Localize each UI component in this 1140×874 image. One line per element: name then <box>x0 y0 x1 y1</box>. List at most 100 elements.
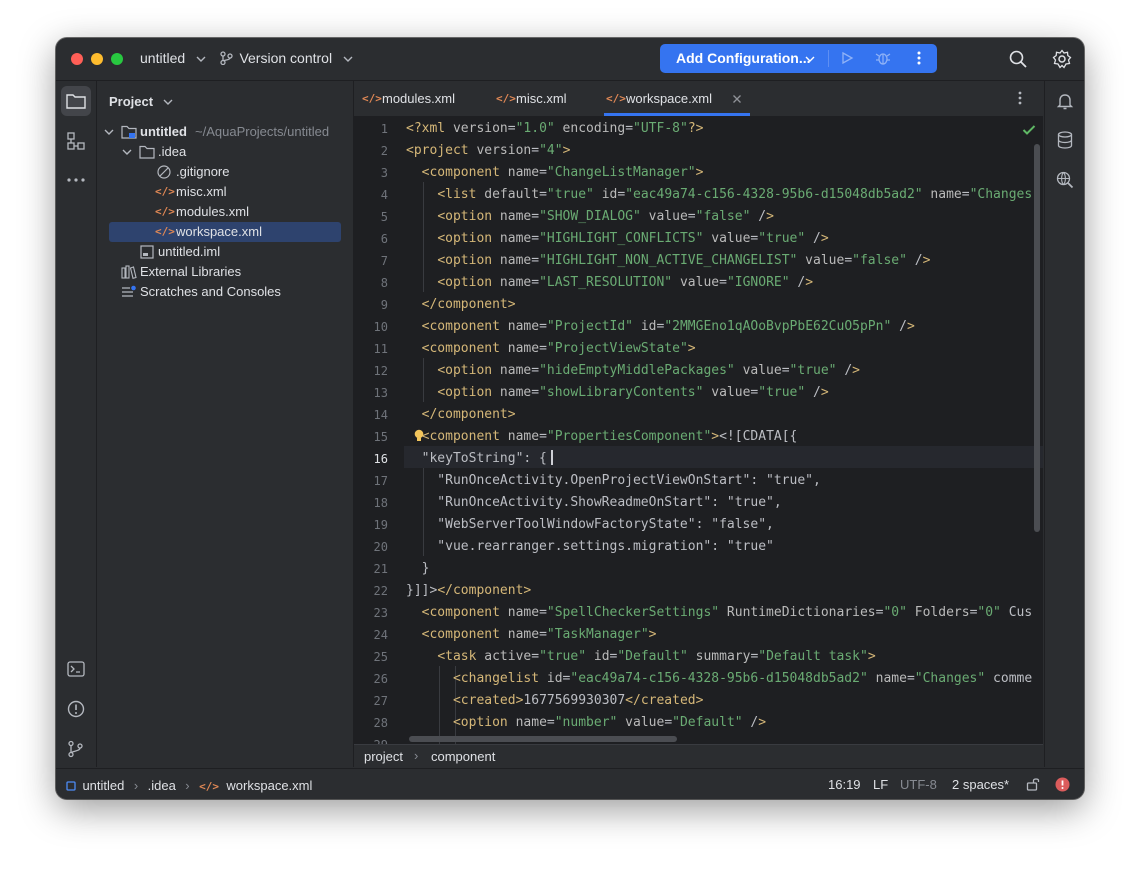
tree-item-misc-xml[interactable]: </> misc.xml <box>97 182 353 202</box>
terminal-icon[interactable] <box>67 661 85 677</box>
project-tool-button[interactable] <box>61 86 91 116</box>
unlock-icon[interactable] <box>1026 777 1040 791</box>
tree-item-label: .idea <box>158 144 187 159</box>
tree-item-label: External Libraries <box>140 264 242 279</box>
line-number: 14 <box>373 408 388 422</box>
problems-icon[interactable] <box>67 700 85 718</box>
tab-label: workspace.xml <box>626 91 712 106</box>
code-line: } <box>406 561 430 576</box>
status-path-separator: › <box>185 778 190 793</box>
structure-icon[interactable] <box>67 132 85 150</box>
code-line: "WebServerToolWindowFactoryState": "fals… <box>406 517 774 532</box>
more-horizontal-icon[interactable] <box>66 177 86 183</box>
close-tab-icon[interactable] <box>732 94 742 104</box>
notifications-icon[interactable] <box>1056 92 1074 110</box>
chevron-down-icon <box>196 56 206 62</box>
scratches-icon <box>122 285 136 297</box>
maximize-window-button[interactable] <box>111 53 123 65</box>
debug-icon[interactable] <box>875 50 891 66</box>
code-line: "vue.rearranger.settings.migration": "tr… <box>406 539 774 554</box>
project-switcher[interactable]: untitled <box>140 50 206 68</box>
folder-icon <box>139 145 155 159</box>
tree-item-idea[interactable]: .idea <box>97 142 353 162</box>
close-window-button[interactable] <box>71 53 83 65</box>
tree-item-label: misc.xml <box>176 184 227 199</box>
project-panel: Project untitled ~/AquaProjects/untitled <box>97 81 354 767</box>
web-search-icon[interactable] <box>1056 171 1074 189</box>
ide-window: untitled Version control Add Configurati… <box>56 38 1084 799</box>
tree-item-scratches[interactable]: Scratches and Consoles <box>97 282 353 302</box>
right-tool-strip <box>1044 81 1084 767</box>
code-line: <changelist id="eac49a74-c156-4328-95b6-… <box>452 671 1033 686</box>
database-icon[interactable] <box>1057 131 1073 149</box>
code-line: <project version="4"> <box>406 143 571 158</box>
vertical-scrollbar[interactable] <box>1034 144 1040 532</box>
vcs-label: Version control <box>239 50 333 66</box>
gear-icon[interactable] <box>1052 49 1072 69</box>
tab-label: misc.xml <box>516 91 567 106</box>
tree-item-gitignore[interactable]: .gitignore <box>97 162 353 182</box>
code-editor[interactable]: <?xml version="1.0" encoding="UTF-8"?> <p… <box>404 116 1043 744</box>
tree-item-workspace-xml[interactable]: </> workspace.xml <box>97 222 353 242</box>
code-line: <option name="number" value="Default" /> <box>452 715 767 730</box>
run-icon[interactable] <box>840 51 854 65</box>
tree-item-untitled[interactable]: untitled ~/AquaProjects/untitled <box>97 122 353 142</box>
vcs-widget[interactable]: Version control <box>219 50 353 68</box>
tree-item-label: workspace.xml <box>176 224 262 239</box>
status-path-item[interactable]: .idea <box>148 778 176 793</box>
code-line: </component> <box>421 407 516 422</box>
project-panel-header[interactable]: Project <box>109 93 173 111</box>
search-icon[interactable] <box>1009 50 1027 68</box>
tab-modules-xml[interactable]: </> modules.xml <box>360 81 484 116</box>
folder-icon <box>66 94 86 109</box>
tree-item-untitled-iml[interactable]: untitled.iml <box>97 242 353 262</box>
status-path-item[interactable]: workspace.xml <box>226 778 312 793</box>
code-line: <component name="ProjectId" id="2MMGEno1… <box>421 319 915 334</box>
text-caret <box>551 450 553 465</box>
chevron-down-icon[interactable] <box>104 127 114 137</box>
line-number: 8 <box>380 276 388 290</box>
code-line: <option name="HIGHLIGHT_CONFLICTS" value… <box>437 231 829 246</box>
line-number: 19 <box>373 518 388 532</box>
line-number: 23 <box>373 606 388 620</box>
code-line: <component name="PropertiesComponent"><!… <box>421 429 798 444</box>
project-panel-title: Project <box>109 94 154 109</box>
add-configuration-button[interactable]: Add Configuration... <box>660 44 826 73</box>
code-line: <component name="ChangeListManager"> <box>421 165 704 180</box>
caret-position[interactable]: 16:19 <box>828 777 861 792</box>
tab-misc-xml[interactable]: </> misc.xml <box>494 81 594 116</box>
more-vertical-icon[interactable] <box>916 50 922 66</box>
chevron-down-icon <box>805 56 815 62</box>
indent-setting[interactable]: 2 spaces* <box>952 777 1009 792</box>
xml-file-icon: </> <box>155 225 175 238</box>
git-icon[interactable] <box>67 740 85 758</box>
tree-item-path-hint: ~/AquaProjects/untitled <box>195 124 330 139</box>
breadcrumb-item[interactable]: project <box>364 749 403 764</box>
library-icon <box>121 265 137 279</box>
more-vertical-icon[interactable] <box>1017 91 1023 107</box>
checkmark-icon[interactable] <box>1022 124 1036 136</box>
file-encoding[interactable]: UTF-8 <box>900 777 937 792</box>
code-line: <created>1677569930307</created> <box>452 693 704 708</box>
error-icon[interactable] <box>1055 777 1070 792</box>
line-number-gutter: 1 2 3 4 5 6 7 8 9 10 11 12 13 14 15 16 17 18 19 20 21 22 23 24 2… <box>354 116 405 752</box>
breadcrumb-separator: › <box>414 748 419 763</box>
tree-item-label: modules.xml <box>176 204 249 219</box>
tab-label: modules.xml <box>382 91 455 106</box>
code-line: "keyToString": { <box>406 451 547 466</box>
tree-item-external-libraries[interactable]: External Libraries <box>97 262 353 282</box>
code-line: <?xml version="1.0" encoding="UTF-8"?> <box>406 121 704 136</box>
horizontal-scrollbar[interactable] <box>409 736 677 742</box>
minimize-window-button[interactable] <box>91 53 103 65</box>
tab-workspace-xml[interactable]: </> workspace.xml <box>604 81 750 116</box>
lightbulb-icon[interactable] <box>414 429 424 443</box>
code-line: <option name="showLibraryContents" value… <box>437 385 829 400</box>
status-path-item[interactable]: untitled <box>82 778 124 793</box>
breadcrumb-item[interactable]: component <box>431 749 495 764</box>
iml-file-icon <box>140 245 154 259</box>
tree-item-modules-xml[interactable]: </> modules.xml <box>97 202 353 222</box>
xml-file-icon: </> <box>496 92 516 105</box>
line-separator[interactable]: LF <box>873 777 888 792</box>
editor-area: </> modules.xml </> misc.xml </> workspa… <box>354 81 1043 768</box>
chevron-down-icon[interactable] <box>122 147 132 157</box>
